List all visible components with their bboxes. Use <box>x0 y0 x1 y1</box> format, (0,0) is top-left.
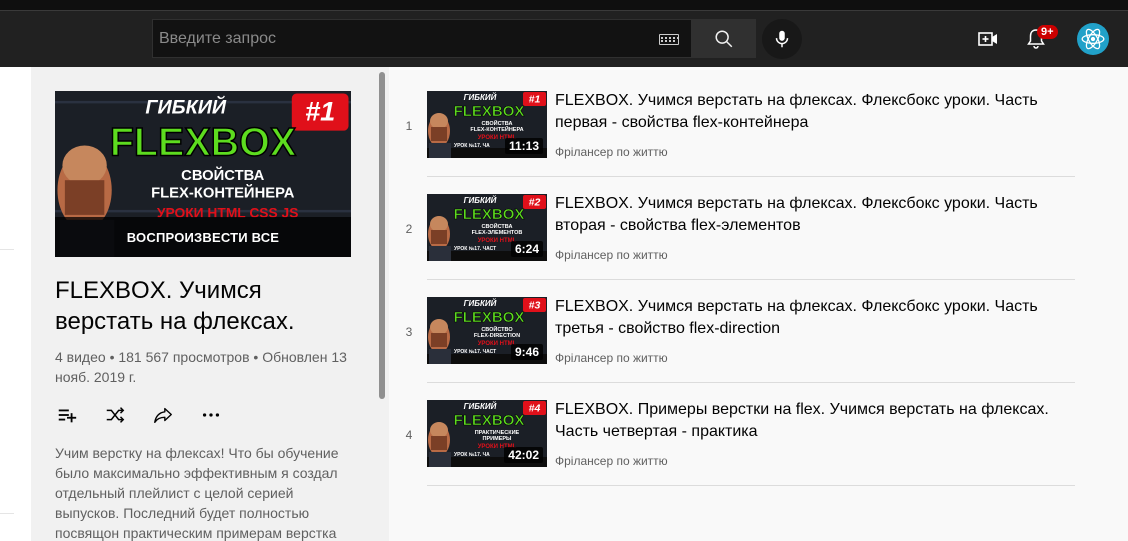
search-box <box>152 19 691 58</box>
row-divider <box>427 485 1075 486</box>
thumbnail-sub4: УРОК №17. ЧАСТ <box>454 349 496 355</box>
playlist-video-row[interactable]: 3 #3 ГИБКИЙ FLEXBOX СВОЙСТВО FLEX-DIRECTION УР… <box>391 273 1091 383</box>
playlist-title[interactable]: FLEXBOX. Учимся верстать на флексах. <box>55 275 365 337</box>
playlist-video-row[interactable]: 2 #2 ГИБКИЙ FLEXBOX СВОЙСТВА FLEX-ЭЛЕМЕНТОВ УР… <box>391 170 1091 280</box>
thumbnail-sub4: УРОК №17. ЧА <box>454 143 490 149</box>
video-title[interactable]: FLEXBOX. Примеры верстки на flex. Учимся… <box>555 399 1075 443</box>
share-icon <box>154 407 172 424</box>
thumbnail-sub2: FLEX-ЭЛЕМЕНТОВ <box>472 230 523 236</box>
guide-divider <box>0 249 14 250</box>
keyboard-icon[interactable] <box>659 34 679 45</box>
thumbnail-top-text: ГИБКИЙ <box>464 196 497 205</box>
video-duration: 11:13 <box>504 138 543 154</box>
thumbnail-sub1: СВОЙСТВА <box>482 119 513 127</box>
thumbnail-sub2: FLEX-КОНТЕЙНЕРА <box>470 125 523 133</box>
thumbnail-main-text: FLEXBOX <box>454 103 525 120</box>
playlist-thumbnail[interactable]: #1 ГИБКИЙ FLEXBOX СВОЙСТВА FLEX-КОНТЕЙНЕ… <box>55 91 351 257</box>
thumbnail-badge: #2 <box>529 197 541 209</box>
thumbnail-main-text: FLEXBOX <box>110 120 297 164</box>
playlist-video-row[interactable]: 1 #1 ГИБКИЙ FLEXBOX СВОЙСТВА FLEX-КОНТЕЙНЕРА У… <box>391 67 1091 177</box>
video-channel[interactable]: Фрілансер по життю <box>555 144 668 160</box>
video-index: 4 <box>405 428 413 442</box>
video-channel[interactable]: Фрілансер по життю <box>555 453 668 469</box>
more-actions-button[interactable] <box>199 403 223 427</box>
playlist-stats: 4 видео • 181 567 просмотров • Обновлен … <box>55 349 347 385</box>
thumbnail-main-text: FLEXBOX <box>454 412 525 429</box>
thumbnail-top-text: ГИБКИЙ <box>464 299 497 308</box>
thumbnail-badge: #1 <box>305 96 335 127</box>
video-thumbnail[interactable]: #3 ГИБКИЙ FLEXBOX СВОЙСТВО FLEX-DIRECTION УРО… <box>427 297 547 364</box>
thumbnail-badge: #4 <box>529 403 541 415</box>
thumbnail-top-text: ГИБКИЙ <box>464 402 497 411</box>
video-index: 1 <box>405 119 413 133</box>
video-thumbnail[interactable]: #1 ГИБКИЙ FLEXBOX СВОЙСТВА FLEX-КОНТЕЙНЕРА УР… <box>427 91 547 158</box>
video-index: 3 <box>405 325 413 339</box>
thumbnail-top-text: ГИБКИЙ <box>464 93 497 102</box>
video-channel[interactable]: Фрілансер по життю <box>555 247 668 263</box>
shuffle-icon <box>106 407 125 423</box>
video-index: 2 <box>405 222 413 236</box>
guide-divider <box>0 513 14 514</box>
thumbnail-top-text: ГИБКИЙ <box>145 94 227 118</box>
more-icon <box>202 413 220 417</box>
mic-icon <box>775 30 789 48</box>
video-duration: 42:02 <box>504 447 543 463</box>
video-thumbnail[interactable]: #2 ГИБКИЙ FLEXBOX СВОЙСТВА FLEX-ЭЛЕМЕНТОВ УРО… <box>427 194 547 261</box>
guide-strip <box>0 67 31 541</box>
video-duration: 6:24 <box>510 241 543 257</box>
video-duration: 9:46 <box>510 344 543 360</box>
thumbnail-main-text: FLEXBOX <box>454 309 525 326</box>
voice-search-button[interactable] <box>762 19 802 59</box>
video-title[interactable]: FLEXBOX. Учимся верстать на флексах. Фле… <box>555 296 1075 340</box>
notification-badge: 9+ <box>1037 25 1058 39</box>
video-channel[interactable]: Фрілансер по життю <box>555 350 668 366</box>
thumbnail-badge: #3 <box>529 300 541 312</box>
video-title[interactable]: FLEXBOX. Учимся верстать на флексах. Фле… <box>555 90 1075 134</box>
thumbnail-sub1: СВОЙСТВО <box>481 325 513 333</box>
video-thumbnail[interactable]: #4 ГИБКИЙ FLEXBOX ПРАКТИЧЕСКИЕ ПРИМЕРЫ УРОКИ … <box>427 400 547 467</box>
video-title[interactable]: FLEXBOX. Учимся верстать на флексах. Фле… <box>555 193 1075 237</box>
thumbnail-badge: #1 <box>529 94 541 106</box>
thumbnail-main-text: FLEXBOX <box>454 206 525 223</box>
thumbnail-sub4: УРОК №17. ЧАСТ <box>454 246 496 252</box>
masthead-divider <box>0 10 1128 11</box>
sidebar-scrollbar[interactable] <box>379 72 385 399</box>
avatar-react-icon <box>1081 28 1105 50</box>
thumbnail-sub4: УРОК №17. ЧА <box>454 452 490 458</box>
thumbnail-sub1: СВОЙСТВА <box>482 222 513 230</box>
search-input[interactable] <box>159 20 639 57</box>
search-icon <box>714 29 732 47</box>
add-to-queue-icon <box>58 409 77 423</box>
share-button[interactable] <box>151 403 175 427</box>
add-to-queue-button[interactable] <box>55 403 79 427</box>
thumbnail-sub2: FLEX-КОНТЕЙНЕРА <box>151 184 295 202</box>
playlist-description: Учим верстку на флексах! Что бы обучение… <box>55 445 339 541</box>
shuffle-button[interactable] <box>103 403 127 427</box>
playlist-video-list: 1 #1 ГИБКИЙ FLEXBOX СВОЙСТВА FLEX-КОНТЕЙНЕРА У… <box>391 67 1128 541</box>
search-button[interactable] <box>691 19 756 58</box>
thumbnail-sub2: ПРИМЕРЫ <box>483 436 512 442</box>
playlist-video-row[interactable]: 4 #4 ГИБКИЙ FLEXBOX ПРАКТИЧЕСКИЕ ПРИМЕРЫ УРОКИ… <box>391 376 1091 486</box>
thumbnail-sub1: СВОЙСТВА <box>181 166 264 184</box>
play-all-button[interactable]: ВОСПРОИЗВЕСТИ ВСЕ <box>55 217 351 257</box>
create-video-button[interactable] <box>973 24 1003 54</box>
thumbnail-sub2: FLEX-DIRECTION <box>474 333 520 339</box>
video-create-icon <box>978 32 997 46</box>
avatar[interactable] <box>1077 23 1109 55</box>
playlist-sidebar: #1 ГИБКИЙ FLEXBOX СВОЙСТВА FLEX-КОНТЕЙНЕ… <box>31 67 389 541</box>
